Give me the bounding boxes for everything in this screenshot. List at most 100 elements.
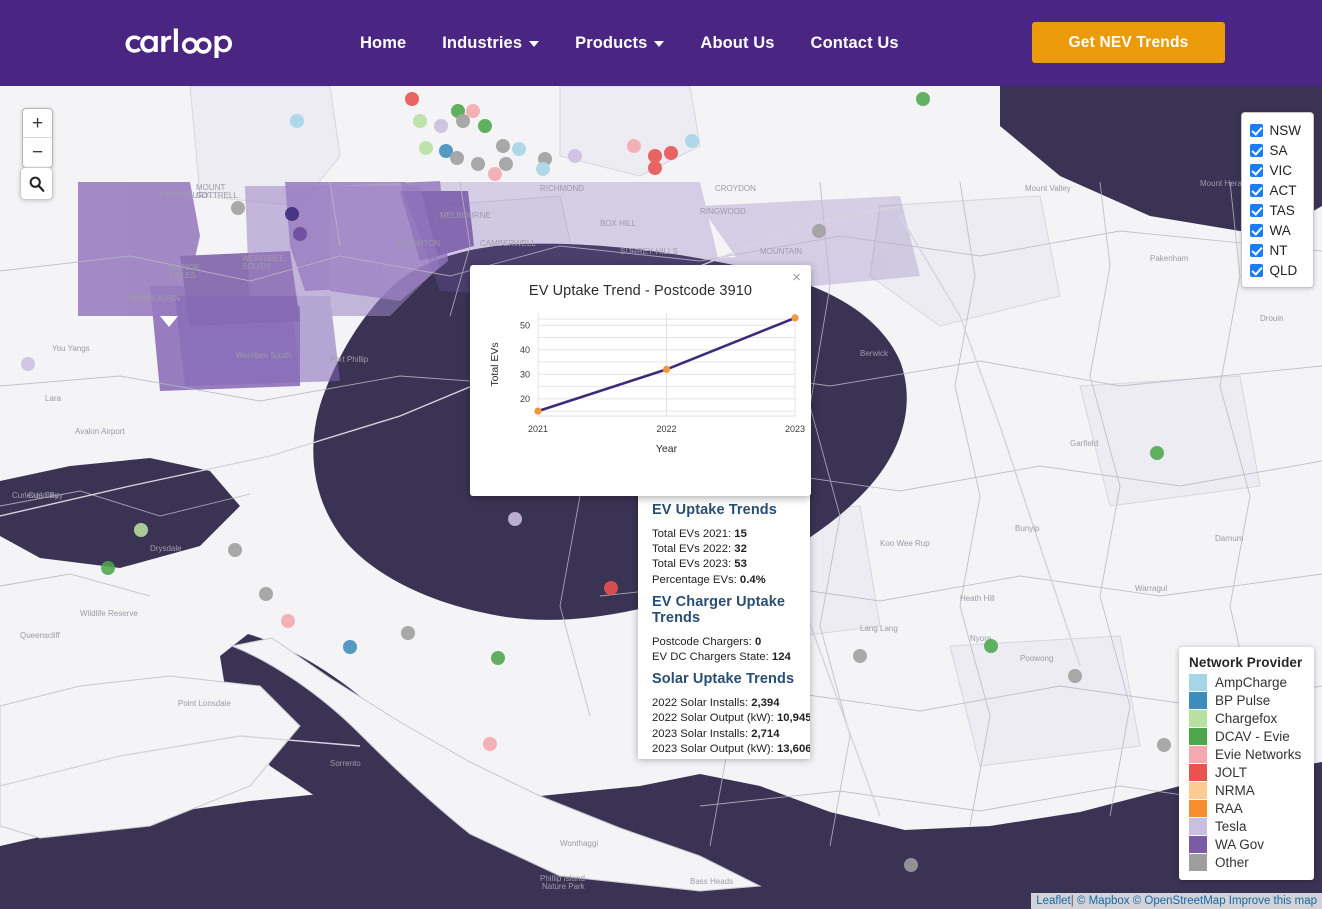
info-value: 15: [734, 528, 747, 540]
charger-marker[interactable]: [904, 858, 918, 872]
checkbox-icon[interactable]: [1249, 183, 1263, 197]
charger-marker[interactable]: [496, 139, 510, 153]
checkbox-icon[interactable]: [1249, 223, 1263, 237]
state-label: ACT: [1269, 182, 1297, 198]
charger-marker[interactable]: [134, 523, 148, 537]
state-checkbox-wa[interactable]: WA: [1249, 220, 1302, 240]
checkbox-icon[interactable]: [1249, 203, 1263, 217]
charger-marker[interactable]: [648, 161, 662, 175]
charger-marker[interactable]: [508, 512, 522, 526]
state-checkbox-vic[interactable]: VIC: [1249, 160, 1302, 180]
chart-svg: 20 30 40 50 2021 2022 2023 Total EVs Year: [489, 313, 805, 455]
checkbox-icon[interactable]: [1249, 123, 1263, 137]
legend-label: JOLT: [1215, 764, 1248, 780]
charger-marker[interactable]: [812, 224, 826, 238]
state-checkbox-nt[interactable]: NT: [1249, 240, 1302, 260]
info-label: 2023 Solar Output (kW):: [652, 742, 777, 755]
charger-marker[interactable]: [1150, 446, 1164, 460]
charger-marker[interactable]: [1068, 669, 1082, 683]
carloop-logo[interactable]: [120, 25, 240, 61]
charger-marker[interactable]: [491, 651, 505, 665]
charger-marker[interactable]: [228, 543, 242, 557]
main-navigation: Home Industries Products About Us Contac…: [360, 0, 917, 86]
charger-marker[interactable]: [419, 141, 433, 155]
get-nev-trends-button[interactable]: Get NEV Trends: [1032, 22, 1225, 63]
charger-marker[interactable]: [512, 142, 526, 156]
state-checkbox-tas[interactable]: TAS: [1249, 200, 1302, 220]
charger-marker[interactable]: [456, 114, 470, 128]
charger-marker[interactable]: [466, 104, 480, 118]
charger-marker[interactable]: [405, 92, 419, 106]
state-checkbox-act[interactable]: ACT: [1249, 180, 1302, 200]
charger-marker[interactable]: [285, 207, 299, 221]
charger-marker[interactable]: [413, 114, 427, 128]
charger-marker[interactable]: [471, 157, 485, 171]
charger-marker[interactable]: [536, 162, 550, 176]
charger-marker[interactable]: [499, 157, 513, 171]
charger-marker[interactable]: [685, 134, 699, 148]
nav-item-contact-us[interactable]: Contact Us: [793, 0, 917, 86]
info-label: 2023 Solar Installs:: [652, 727, 752, 740]
checkbox-icon[interactable]: [1249, 243, 1263, 257]
charger-marker[interactable]: [450, 151, 464, 165]
leaflet-link[interactable]: Leaflet: [1036, 895, 1071, 907]
charger-marker[interactable]: [1157, 738, 1171, 752]
map-search-button[interactable]: [20, 167, 53, 200]
nav-item-products[interactable]: Products: [557, 0, 682, 86]
charger-marker[interactable]: [281, 614, 295, 628]
map-container[interactable]: EYNESBURY MOUNT COTTRELL MANOR LAKES MAM…: [0, 86, 1322, 909]
nav-item-about-us[interactable]: About Us: [682, 0, 792, 86]
charger-marker[interactable]: [21, 357, 35, 371]
state-label: VIC: [1269, 162, 1293, 178]
zoom-controls[interactable]: + −: [22, 108, 53, 168]
postcode-info-panel: EV Uptake Trends Total EVs 2021: 15 Tota…: [638, 482, 810, 759]
svg-text:2021: 2021: [528, 424, 548, 434]
openstreetmap-link[interactable]: © OpenStreetMap: [1133, 895, 1226, 907]
zoom-out-button[interactable]: −: [23, 138, 52, 167]
charger-marker[interactable]: [231, 201, 245, 215]
zoom-in-button[interactable]: +: [23, 109, 52, 138]
checkbox-icon[interactable]: [1249, 143, 1263, 157]
charger-marker[interactable]: [627, 139, 641, 153]
nav-item-home[interactable]: Home: [360, 0, 424, 86]
charger-marker[interactable]: [984, 639, 998, 653]
charger-marker[interactable]: [293, 227, 307, 241]
nav-item-industries[interactable]: Industries: [424, 0, 557, 86]
charger-marker[interactable]: [259, 587, 273, 601]
improve-map-link[interactable]: Improve this map: [1229, 895, 1317, 907]
charger-marker[interactable]: [478, 119, 492, 133]
checkbox-icon[interactable]: [1249, 163, 1263, 177]
checkbox-icon[interactable]: [1249, 263, 1263, 277]
chart-title: EV Uptake Trend - Postcode 3910: [528, 283, 753, 299]
legend-label: BP Pulse: [1215, 692, 1271, 708]
info-row-2022-solar-output: 2022 Solar Output (kW): 10,945: [652, 711, 810, 726]
charger-marker[interactable]: [853, 649, 867, 663]
charger-marker[interactable]: [604, 581, 618, 595]
charger-marker[interactable]: [343, 640, 357, 654]
close-icon[interactable]: ×: [789, 267, 804, 288]
charger-marker[interactable]: [434, 119, 448, 133]
info-row-total-evs-2023: Total EVs 2023: 53: [652, 557, 800, 572]
legend-item-jolt: JOLT: [1189, 763, 1303, 781]
mapbox-link[interactable]: © Mapbox: [1077, 895, 1130, 907]
charger-marker[interactable]: [401, 626, 415, 640]
charger-marker[interactable]: [488, 167, 502, 181]
state-filter-panel[interactable]: NSW SA VIC ACT TAS WA NT QLD: [1240, 112, 1314, 288]
info-row-postcode-chargers: Postcode Chargers: 0: [652, 635, 800, 650]
charger-marker[interactable]: [916, 92, 930, 106]
charger-marker[interactable]: [568, 149, 582, 163]
solar-uptake-trends-heading: Solar Uptake Trends: [652, 671, 795, 688]
charger-marker[interactable]: [483, 737, 497, 751]
info-value: 124: [771, 651, 791, 664]
ev-uptake-chart-popup: × EV Uptake Trend - Postcode 3910 20 30 40…: [470, 265, 811, 496]
charger-marker[interactable]: [101, 561, 115, 575]
state-checkbox-nsw[interactable]: NSW: [1249, 120, 1301, 140]
charger-marker[interactable]: [664, 146, 678, 160]
charger-marker[interactable]: [648, 149, 662, 163]
state-checkbox-qld[interactable]: QLD: [1249, 260, 1302, 280]
state-checkbox-sa[interactable]: SA: [1249, 140, 1302, 160]
nav-item-label: Contact Us: [810, 33, 899, 52]
svg-text:30: 30: [520, 370, 530, 380]
legend-item-wa-gov: WA Gov: [1189, 835, 1303, 853]
charger-marker[interactable]: [290, 114, 304, 128]
